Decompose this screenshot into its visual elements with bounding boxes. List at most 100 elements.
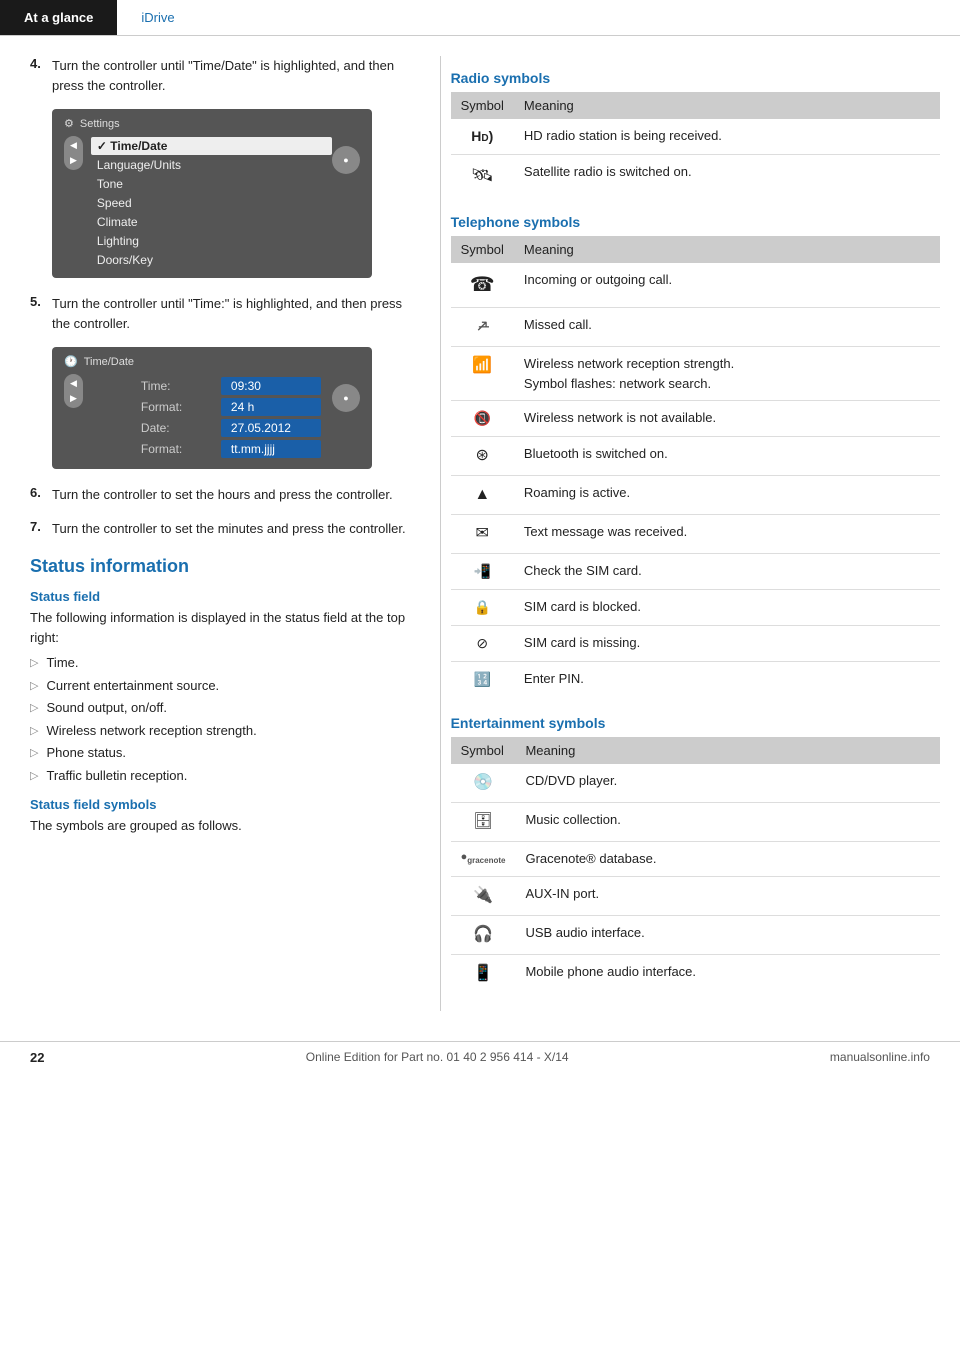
ent-meaning-cd: CD/DVD player. <box>515 764 940 803</box>
table-row: ✉ Text message was received. <box>451 515 940 554</box>
ent-sym-usb: 🎧 <box>451 915 516 954</box>
tel-meaning-sim-blocked: SIM card is blocked. <box>514 590 940 626</box>
tel-meaning-roaming: Roaming is active. <box>514 476 940 515</box>
controller-knob: ● <box>332 146 360 174</box>
tel-meaning-pin: Enter PIN. <box>514 662 940 698</box>
tel-sym-bluetooth: ⊛ <box>451 437 514 476</box>
telephone-table-body: ☎ Incoming or outgoing call. ↗̶ Missed c… <box>451 263 940 697</box>
table-row: 📵 Wireless network is not available. <box>451 401 940 437</box>
status-bullet-list: ▷ Time. ▷ Current entertainment source. … <box>30 653 420 785</box>
settings-menu-mockup: ⚙ Settings ◀ ▶ ✓ Time/Date Language/Unit… <box>52 109 372 278</box>
tel-col-symbol: Symbol <box>451 236 514 263</box>
table-row: ●gracenote Gracenote® database. <box>451 842 940 877</box>
format1-value: 24 h <box>221 398 321 416</box>
entertainment-symbols-heading: Entertainment symbols <box>451 715 940 731</box>
ent-col-symbol: Symbol <box>451 737 516 764</box>
time-rows: Time: 09:30 Format: 24 h Date: 27.05.201… <box>91 374 332 461</box>
bullet-arrow-2: ▷ <box>30 678 38 695</box>
nav-arrows: ◀ ▶ <box>64 136 83 170</box>
bullet-arrow-1: ▷ <box>30 655 38 672</box>
format2-label: Format: <box>141 442 221 456</box>
right-column: Radio symbols Symbol Meaning HD) HD radi… <box>441 56 960 1011</box>
tel-meaning-signal: Wireless network reception strength.Symb… <box>514 347 940 401</box>
bullet-arrow-5: ▷ <box>30 745 38 762</box>
telephone-symbols-heading: Telephone symbols <box>451 214 940 230</box>
radio-col-symbol: Symbol <box>451 92 514 119</box>
step-4-num: 4. <box>30 56 52 95</box>
tel-meaning-bluetooth: Bluetooth is switched on. <box>514 437 940 476</box>
tel-meaning-call: Incoming or outgoing call. <box>514 263 940 308</box>
status-field-symbols-heading: Status field symbols <box>30 797 420 812</box>
tel-sym-sim-missing: ⊘ <box>451 626 514 662</box>
time-row-date: Date: 27.05.2012 <box>91 419 332 437</box>
bullet-arrow-6: ▷ <box>30 768 38 785</box>
tel-meaning-no-signal: Wireless network is not available. <box>514 401 940 437</box>
step-6-text: Turn the controller to set the hours and… <box>52 485 393 505</box>
bullet-traffic: ▷ Traffic bulletin reception. <box>30 766 420 786</box>
table-row: 🔒 SIM card is blocked. <box>451 590 940 626</box>
page-number: 22 <box>30 1050 44 1065</box>
footer-text: Online Edition for Part no. 01 40 2 956 … <box>306 1050 569 1064</box>
tel-meaning-missed: Missed call. <box>514 308 940 347</box>
bullet-sound: ▷ Sound output, on/off. <box>30 698 420 718</box>
ent-meaning-mobile-audio: Mobile phone audio interface. <box>515 954 940 993</box>
radio-table-body: HD) HD radio station is being received. … <box>451 119 940 196</box>
radio-meaning-hd: HD radio station is being received. <box>514 119 940 155</box>
bullet-text-time: Time. <box>46 653 78 673</box>
time-value: 09:30 <box>221 377 321 395</box>
tel-sym-missed: ↗̶ <box>451 308 514 347</box>
bullet-arrow-4: ▷ <box>30 723 38 740</box>
table-row: ⊘ SIM card is missing. <box>451 626 940 662</box>
radio-symbols-table: Symbol Meaning HD) HD radio station is b… <box>451 92 940 196</box>
bullet-phone: ▷ Phone status. <box>30 743 420 763</box>
ent-sym-mobile-audio: 📱 <box>451 954 516 993</box>
tel-col-meaning: Meaning <box>514 236 940 263</box>
bullet-text-phone: Phone status. <box>46 743 126 763</box>
step-4: 4. Turn the controller until "Time/Date"… <box>30 56 420 95</box>
ent-meaning-aux: AUX-IN port. <box>515 876 940 915</box>
menu-item-time-date: ✓ Time/Date <box>91 137 332 155</box>
gear-icon: ⚙ <box>64 117 74 130</box>
ent-sym-music: 🗄 <box>451 803 516 842</box>
menu-item-language: Language/Units <box>91 156 332 174</box>
menu-item-tone: Tone <box>91 175 332 193</box>
bullet-arrow-3: ▷ <box>30 700 38 717</box>
menu-item-doors: Doors/Key <box>91 251 332 269</box>
telephone-table-header: Symbol Meaning <box>451 236 940 263</box>
footer-right: manualsonline.info <box>830 1050 930 1064</box>
bullet-entertainment: ▷ Current entertainment source. <box>30 676 420 696</box>
table-row: ⊛ Bluetooth is switched on. <box>451 437 940 476</box>
time-row-format2: Format: tt.mm.jjjj <box>91 440 332 458</box>
step-7-num: 7. <box>30 519 52 539</box>
format2-value: tt.mm.jjjj <box>221 440 321 458</box>
tel-meaning-check-sim: Check the SIM card. <box>514 554 940 590</box>
time-icon: 🕐 <box>64 355 78 368</box>
bullet-text-entertainment: Current entertainment source. <box>46 676 219 696</box>
tel-meaning-sim-missing: SIM card is missing. <box>514 626 940 662</box>
menu-item-speed: Speed <box>91 194 332 212</box>
time-row-time: Time: 09:30 <box>91 377 332 395</box>
table-row: 🗄 Music collection. <box>451 803 940 842</box>
entertainment-table-header: Symbol Meaning <box>451 737 940 764</box>
step-5-num: 5. <box>30 294 52 333</box>
table-row: ☎ Incoming or outgoing call. <box>451 263 940 308</box>
tab-at-a-glance[interactable]: At a glance <box>0 0 117 35</box>
ent-sym-cd: 💿 <box>451 764 516 803</box>
radio-table-header: Symbol Meaning <box>451 92 940 119</box>
bullet-time: ▷ Time. <box>30 653 420 673</box>
entertainment-symbols-table: Symbol Meaning 💿 CD/DVD player. 🗄 Music … <box>451 737 940 993</box>
step-6: 6. Turn the controller to set the hours … <box>30 485 420 505</box>
ent-sym-gracenote: ●gracenote <box>451 842 516 877</box>
table-row: 📲 Check the SIM card. <box>451 554 940 590</box>
tab-idrive[interactable]: iDrive <box>117 0 198 35</box>
page-header: At a glance iDrive <box>0 0 960 36</box>
step-5: 5. Turn the controller until "Time:" is … <box>30 294 420 333</box>
table-row: ▲ Roaming is active. <box>451 476 940 515</box>
bullet-text-traffic: Traffic bulletin reception. <box>46 766 187 786</box>
tel-sym-sms: ✉ <box>451 515 514 554</box>
tel-sym-no-signal: 📵 <box>451 401 514 437</box>
menu-title-label: Settings <box>80 118 120 130</box>
tel-sym-call: ☎ <box>451 263 514 308</box>
time-date-content: ◀ ▶ Time: 09:30 Format: 24 h Da <box>64 374 360 461</box>
bullet-wireless: ▷ Wireless network reception strength. <box>30 721 420 741</box>
